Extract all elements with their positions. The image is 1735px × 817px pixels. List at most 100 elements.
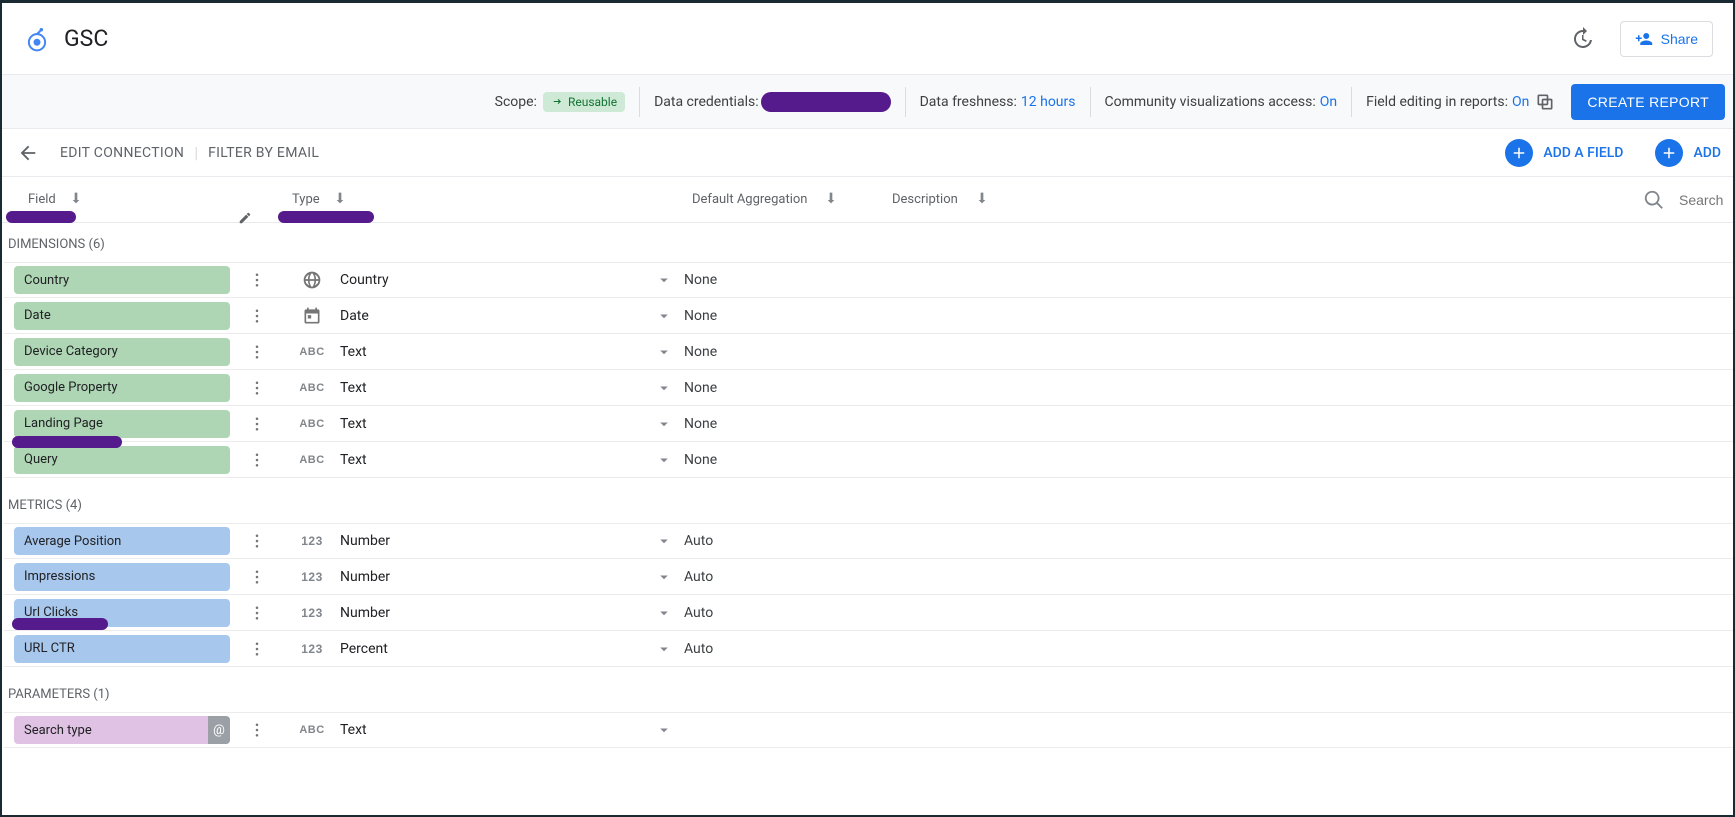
aggregation-value[interactable]: Auto [684,569,884,585]
field-type-select[interactable]: ABCText [284,721,684,739]
page-title[interactable]: GSC [64,25,108,52]
aggregation-value[interactable]: None [684,308,884,324]
type-label: Text [340,452,644,468]
dimensions-rows: CountryCountryNoneDateDateNoneDevice Cat… [4,262,1733,478]
field-menu-button[interactable] [230,568,284,586]
aggregation-value[interactable]: Auto [684,641,884,657]
field-editing-label: Field editing in reports: [1366,94,1508,110]
field-chip[interactable]: Google Property [14,374,230,402]
search-icon [1643,189,1665,211]
community-label: Community visualizations access: [1105,94,1316,110]
community-group[interactable]: Community visualizations access: On [1091,86,1352,118]
field-chip[interactable]: Country [14,266,230,294]
field-menu-button[interactable] [230,532,284,550]
field-name: Google Property [24,380,117,395]
add-more-button[interactable]: ADD [1639,139,1725,167]
type-label: Text [340,380,644,396]
field-chip[interactable]: Landing Page [14,410,230,438]
field-menu-button[interactable] [230,721,284,739]
field-menu-button[interactable] [230,604,284,622]
col-type[interactable]: Type [292,190,692,210]
field-type-select[interactable]: Date [284,306,684,326]
field-editing-value: On [1512,94,1529,110]
col-agg[interactable]: Default Aggregation [692,190,892,210]
share-button[interactable]: Share [1620,21,1713,57]
field-chip[interactable]: Average Position [14,527,230,555]
aggregation-value[interactable]: Auto [684,533,884,549]
plus-icon [1655,139,1683,167]
version-history-button[interactable] [1562,19,1602,59]
fields-content: DIMENSIONS (6) CountryCountryNoneDateDat… [2,223,1733,748]
field-menu-button[interactable] [230,307,284,325]
add-field-button[interactable]: ADD A FIELD [1489,139,1639,167]
field-menu-button[interactable] [230,415,284,433]
field-type-select[interactable]: ABCText [284,415,684,433]
credentials-group[interactable]: Data credentials: [640,86,905,118]
metrics-section-title: METRICS (4) [4,478,1733,523]
edit-connection-link[interactable]: EDIT CONNECTION [50,145,194,161]
field-type-select[interactable]: 123Percent [284,640,684,658]
field-type-select[interactable]: ABCText [284,451,684,469]
field-row: Device Category ABCTextNone [4,334,1733,370]
create-report-button[interactable]: CREATE REPORT [1571,84,1725,120]
chevron-down-icon [644,307,684,325]
field-name: Average Position [24,534,121,549]
aggregation-value[interactable]: None [684,416,884,432]
aggregation-value[interactable]: None [684,452,884,468]
field-name: Query [24,452,58,467]
redacted-credentials [761,92,891,112]
aggregation-value[interactable]: None [684,344,884,360]
scope-label: Scope: [495,94,537,110]
field-menu-button[interactable] [230,451,284,469]
type-label: Text [340,722,644,738]
field-row: Query ABCTextNone [4,442,1733,478]
col-desc[interactable]: Description [892,190,1643,210]
aggregation-value[interactable]: None [684,272,884,288]
search-fields[interactable] [1643,189,1733,211]
field-chip[interactable]: URL CTR [14,635,230,663]
field-type-select[interactable]: Country [284,270,684,290]
field-menu-button[interactable] [230,271,284,289]
field-editing-group[interactable]: Field editing in reports: On [1352,86,1561,118]
field-type-select[interactable]: 123Number [284,604,684,622]
field-chip[interactable]: Search type@ [14,716,230,744]
aggregation-value[interactable]: None [684,380,884,396]
dimensions-section-title: DIMENSIONS (6) [4,223,1733,262]
person-add-icon [1635,30,1653,48]
filter-by-email-link[interactable]: FILTER BY EMAIL [198,145,329,161]
field-menu-button[interactable] [230,379,284,397]
type-icon: 123 [284,606,340,620]
parameters-rows: Search type@ ABCText [4,712,1733,748]
back-button[interactable] [10,135,46,171]
field-type-select[interactable]: 123Number [284,532,684,550]
metrics-rows: Average Position123NumberAutoImpressions… [4,523,1733,667]
field-row: URL CTR 123PercentAuto [4,631,1733,667]
field-chip-cell: Device Category [4,338,230,366]
field-chip[interactable]: Date [14,302,230,330]
looker-studio-logo-icon [24,26,50,52]
freshness-group[interactable]: Data freshness: 12 hours [906,86,1090,118]
field-chip[interactable]: Impressions [14,563,230,591]
field-type-select[interactable]: ABCText [284,379,684,397]
field-chip-cell: Country [4,266,230,294]
col-field[interactable]: Field [28,190,292,210]
field-menu-button[interactable] [230,640,284,658]
sort-arrow-icon [974,190,990,210]
field-row: Impressions 123NumberAuto [4,559,1733,595]
field-menu-button[interactable] [230,343,284,361]
param-default-badge: @ [208,716,230,744]
field-type-select[interactable]: 123Number [284,568,684,586]
plus-icon [1505,139,1533,167]
reusable-badge[interactable]: Reusable [543,92,625,112]
sort-arrow-icon [823,190,839,210]
copy-icon[interactable] [1535,92,1555,112]
field-chip[interactable]: Query [14,446,230,474]
field-chip-cell: Search type@ [4,716,230,744]
type-icon [284,306,340,326]
field-type-select[interactable]: ABCText [284,343,684,361]
community-value: On [1320,94,1337,110]
search-input[interactable] [1677,191,1727,209]
field-chip[interactable]: Device Category [14,338,230,366]
aggregation-value[interactable]: Auto [684,605,884,621]
field-name: URL CTR [24,641,75,656]
